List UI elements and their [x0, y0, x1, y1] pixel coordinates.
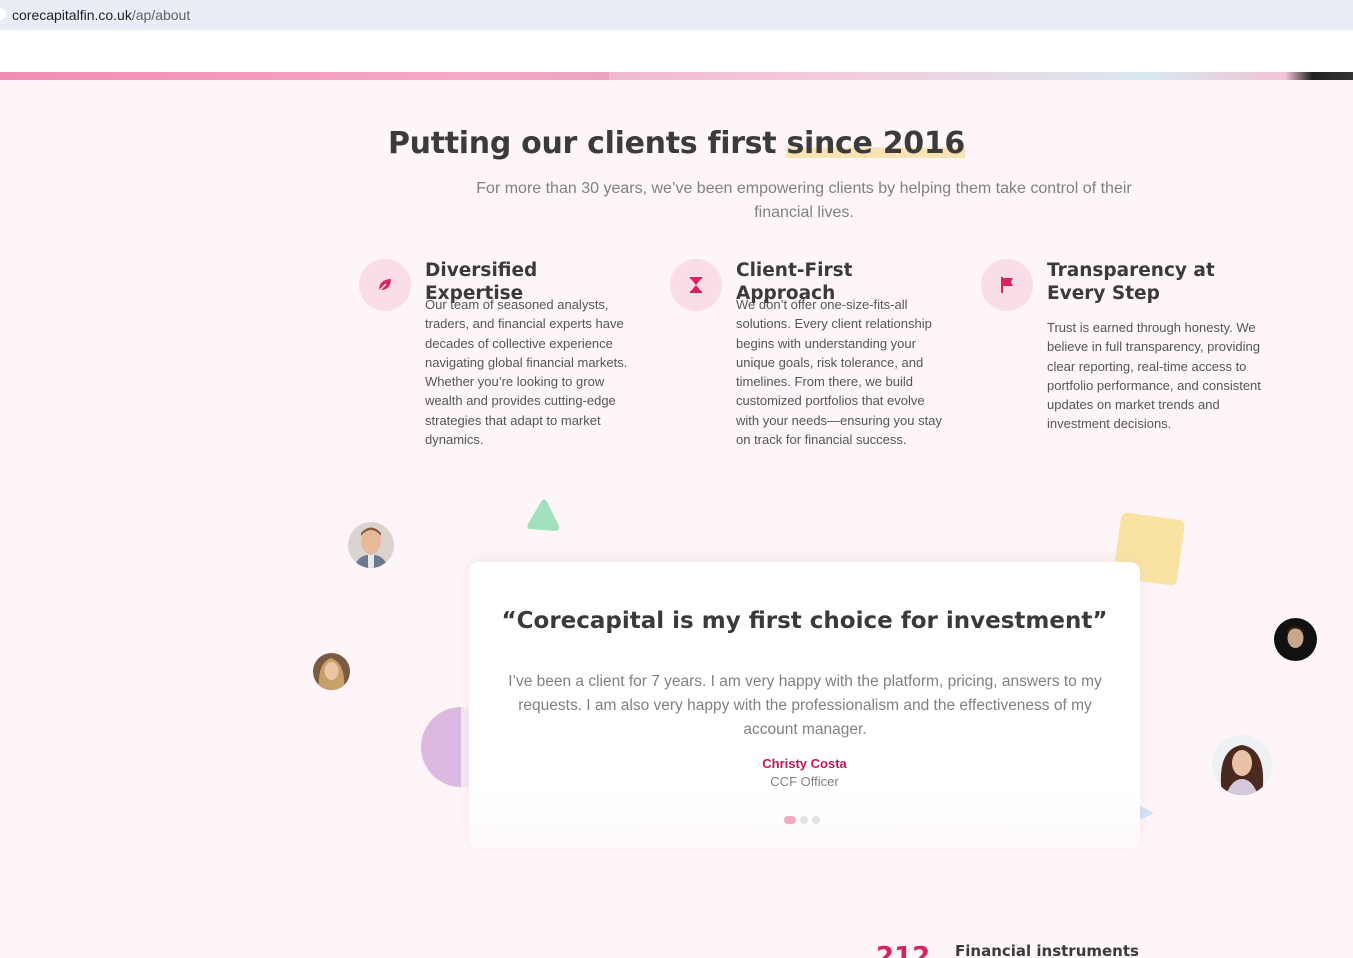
avatar-woman-1: [313, 653, 350, 690]
testimonial-avatar[interactable]: [1274, 618, 1317, 661]
leaf-icon: [378, 279, 391, 292]
stat-number: 212: [876, 942, 931, 958]
feature-description: We don’t offer one-size-fits-all solutio…: [736, 297, 942, 448]
testimonial-avatar[interactable]: [313, 653, 350, 690]
title-highlight: since 2016: [786, 126, 966, 161]
url-path: /ap/about: [131, 7, 191, 23]
testimonial-author-name: Christy Costa: [762, 756, 847, 771]
url-domain: corecapitalfin.co.uk: [12, 7, 132, 23]
page-header-area: [0, 30, 1353, 72]
testimonial-author-role: CCF Officer: [770, 774, 839, 789]
feature-description: Trust is earned through honesty. We beli…: [1047, 320, 1261, 432]
testimonial-avatar[interactable]: [348, 522, 394, 568]
feature-icon-circle: [359, 259, 411, 311]
feature-description: Our team of seasoned analysts, traders, …: [425, 297, 628, 448]
testimonial-quote: “Corecapital is my first choice for inve…: [501, 608, 1108, 634]
hourglass-icon: [690, 277, 702, 293]
feature-icon-circle: [670, 259, 722, 311]
avatar-woman-2: [1212, 735, 1272, 795]
carousel-dot-2[interactable]: [800, 816, 808, 824]
testimonial-avatar[interactable]: [1212, 735, 1272, 795]
avatar-man-1: [348, 522, 394, 568]
avatar-man-2: [1274, 618, 1317, 661]
stat-label: Financial instruments: [955, 942, 1139, 958]
testimonial-text: I’ve been a client for 7 years. I am ver…: [508, 673, 1102, 738]
carousel-dot-1[interactable]: [784, 816, 796, 824]
carousel-dot-3[interactable]: [812, 816, 820, 824]
page-subtitle: For more than 30 years, we’ve been empow…: [476, 180, 1132, 221]
testimonial-card: “Corecapital is my first choice for inve…: [469, 562, 1140, 848]
title-main: Putting our clients first: [387, 126, 787, 161]
browser-address-bar[interactable]: corecapitalfin.co.uk/ap/about: [0, 0, 1353, 30]
hero-image-edge: [0, 72, 1353, 80]
decorative-triangle-green: [527, 499, 560, 531]
feature-title: Transparency at Every Step: [1047, 260, 1215, 304]
page-title: Putting our clients first since 2016: [0, 126, 1353, 161]
site-info-icon[interactable]: [0, 8, 6, 20]
flag-icon: [1001, 277, 1013, 293]
address-url[interactable]: corecapitalfin.co.uk/ap/about: [12, 7, 190, 23]
carousel-pagination: [784, 816, 820, 824]
feature-icon-circle: [981, 259, 1033, 311]
